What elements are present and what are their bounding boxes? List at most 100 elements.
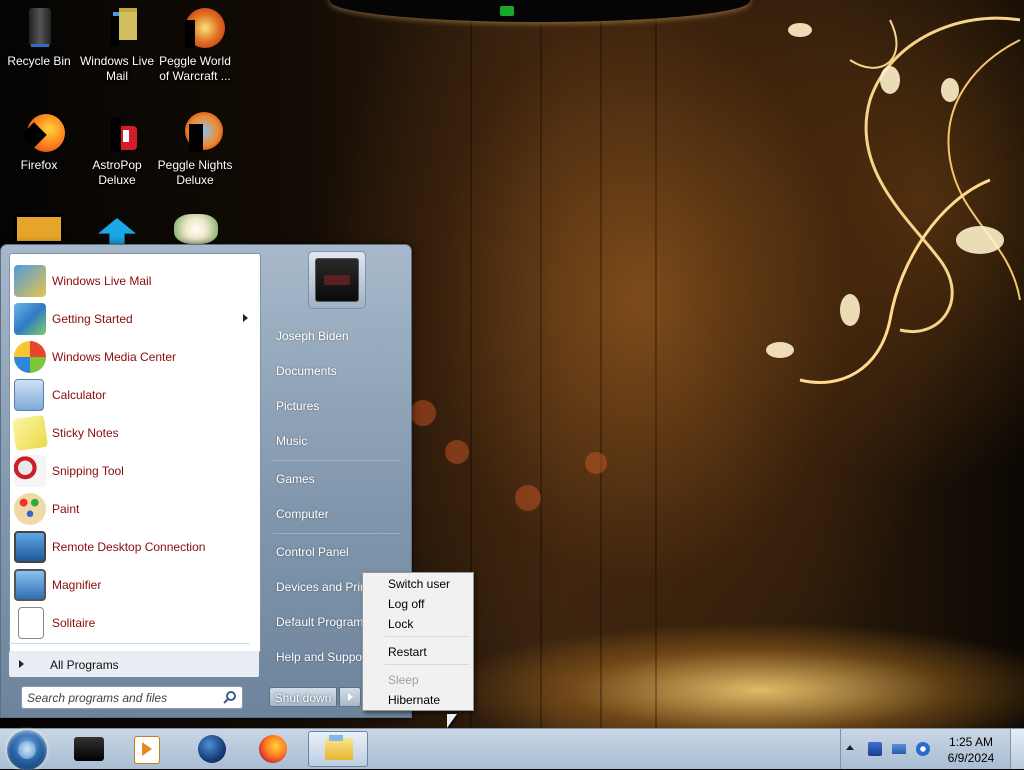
menu-separator: [385, 664, 469, 665]
firefox-icon: [15, 110, 65, 154]
menu-separator: [385, 636, 469, 637]
menu-item-restart[interactable]: Restart: [388, 645, 427, 659]
menu-item-lock[interactable]: Lock: [388, 617, 413, 631]
user-picture[interactable]: [308, 251, 366, 309]
menu-item-hibernate[interactable]: Hibernate: [388, 693, 440, 707]
desktop-icon-label: AstroPop Deluxe: [92, 158, 142, 187]
top-gadget: [330, 0, 750, 22]
taskbar-globe-app[interactable]: [190, 731, 236, 767]
wallpaper-glow: [445, 440, 469, 464]
submenu-arrow-icon[interactable]: [243, 314, 248, 322]
globe-icon: [198, 735, 226, 763]
clock-time[interactable]: 1:25 AM: [940, 735, 1002, 749]
program-label: Paint: [52, 502, 80, 516]
volume-icon[interactable]: [916, 742, 930, 756]
wallpaper-glow: [515, 485, 541, 511]
show-desktop-button[interactable]: [1010, 729, 1024, 769]
desktop-icon-astropop[interactable]: AstroPop Deluxe: [78, 104, 156, 188]
tray-app-icon[interactable]: [868, 742, 882, 756]
desktop-icon-peggle-nights[interactable]: Peggle Nights Deluxe: [156, 104, 234, 188]
link-user-folder[interactable]: Joseph Biden: [276, 329, 349, 343]
wallpaper-streak: [540, 0, 542, 728]
getting-started-icon: [14, 303, 46, 335]
menu-item-sleep: Sleep: [388, 673, 419, 687]
calculator-icon: [14, 379, 44, 411]
desktop-icon-label: Peggle World of Warcraft ...: [159, 54, 231, 83]
link-default-programs[interactable]: Default Programs: [276, 615, 369, 629]
search-icon[interactable]: [223, 690, 237, 704]
menu-item-log-off[interactable]: Log off: [388, 597, 424, 611]
program-label: Remote Desktop Connection: [52, 540, 206, 554]
shutdown-options-button[interactable]: [339, 687, 361, 707]
arrow-right-icon: [348, 693, 353, 701]
astropop-icon: [93, 110, 141, 154]
program-label: Windows Live Mail: [52, 274, 152, 288]
link-control-panel[interactable]: Control Panel: [276, 545, 349, 559]
wallpaper-glow: [585, 452, 607, 474]
program-solitaire[interactable]: Solitaire: [12, 605, 258, 641]
link-pictures[interactable]: Pictures: [276, 399, 319, 413]
link-computer[interactable]: Computer: [276, 507, 329, 521]
program-label: Magnifier: [52, 578, 102, 592]
program-windows-media-center[interactable]: Windows Media Center: [12, 339, 258, 375]
power-options-menu: Switch user Log off Lock Restart Sleep H…: [362, 572, 474, 711]
link-documents[interactable]: Documents: [276, 364, 337, 378]
taskbar: 1:25 AM 6/9/2024: [0, 728, 1024, 770]
program-sticky-notes[interactable]: Sticky Notes: [11, 414, 258, 452]
solitaire-icon: [18, 607, 44, 639]
wallpaper-streak: [655, 0, 657, 728]
link-games[interactable]: Games: [276, 472, 315, 486]
all-programs-divider: [9, 643, 249, 644]
desktop-icon-label: Peggle Nights Deluxe: [157, 158, 233, 187]
network-icon[interactable]: [892, 744, 906, 754]
desktop-icon-label: Recycle Bin: [7, 54, 71, 68]
program-label: Sticky Notes: [52, 426, 119, 440]
gadget-light: [500, 6, 514, 16]
taskbar-dark-app[interactable]: [66, 731, 112, 767]
menu-item-switch-user[interactable]: Switch user: [388, 577, 450, 591]
program-snipping-tool[interactable]: Snipping Tool: [12, 453, 258, 489]
desktop-icon-windows-live-mail[interactable]: Windows Live Mail: [78, 0, 156, 84]
search-box[interactable]: [21, 686, 243, 709]
program-calculator[interactable]: Calculator: [12, 377, 258, 413]
link-help-support[interactable]: Help and Support: [276, 650, 369, 664]
wallpaper-streak: [600, 0, 602, 728]
link-music[interactable]: Music: [276, 434, 307, 448]
user-avatar: [315, 258, 359, 302]
shutdown-button[interactable]: Shut down: [269, 687, 337, 707]
black-box-icon: [74, 737, 104, 761]
program-label: Snipping Tool: [52, 464, 124, 478]
program-label: Windows Media Center: [52, 350, 177, 364]
program-paint[interactable]: Paint: [12, 491, 258, 527]
program-label: Solitaire: [52, 616, 96, 630]
desktop-icon-partial[interactable]: [174, 214, 218, 244]
taskbar-explorer[interactable]: [308, 731, 368, 767]
clock-date[interactable]: 6/9/2024: [940, 751, 1002, 765]
all-programs-label: All Programs: [50, 658, 119, 672]
start-menu: Windows Live Mail Getting Started Window…: [0, 244, 412, 718]
windows-live-mail-icon: [93, 6, 141, 50]
program-getting-started[interactable]: Getting Started: [12, 301, 258, 337]
desktop-icon-partial[interactable]: [14, 214, 64, 244]
program-remote-desktop[interactable]: Remote Desktop Connection: [12, 529, 258, 565]
right-divider: [273, 533, 401, 534]
desktop-icon-firefox[interactable]: Firefox: [0, 104, 78, 173]
taskbar-firefox[interactable]: [250, 731, 296, 767]
arrow-right-icon: [19, 660, 24, 668]
peggle-nights-icon: [171, 110, 223, 154]
start-button[interactable]: [7, 730, 47, 770]
remote-desktop-icon: [14, 531, 46, 563]
recycle-bin-icon: [15, 6, 63, 50]
desktop-icon-recycle-bin[interactable]: Recycle Bin: [0, 0, 78, 69]
desktop-icon-peggle-wow[interactable]: Peggle World of Warcraft ...: [156, 0, 234, 84]
search-input[interactable]: [25, 688, 219, 707]
show-hidden-icons-icon[interactable]: [846, 745, 854, 750]
desktop-icon-label: Firefox: [20, 158, 58, 172]
program-windows-live-mail[interactable]: Windows Live Mail: [12, 263, 258, 299]
desktop-icon-partial[interactable]: [98, 218, 136, 244]
tray-divider: [840, 729, 841, 769]
all-programs-button[interactable]: All Programs: [9, 651, 259, 677]
taskbar-media-player[interactable]: [124, 731, 170, 767]
explorer-icon: [325, 738, 353, 760]
program-magnifier[interactable]: Magnifier: [12, 567, 258, 603]
